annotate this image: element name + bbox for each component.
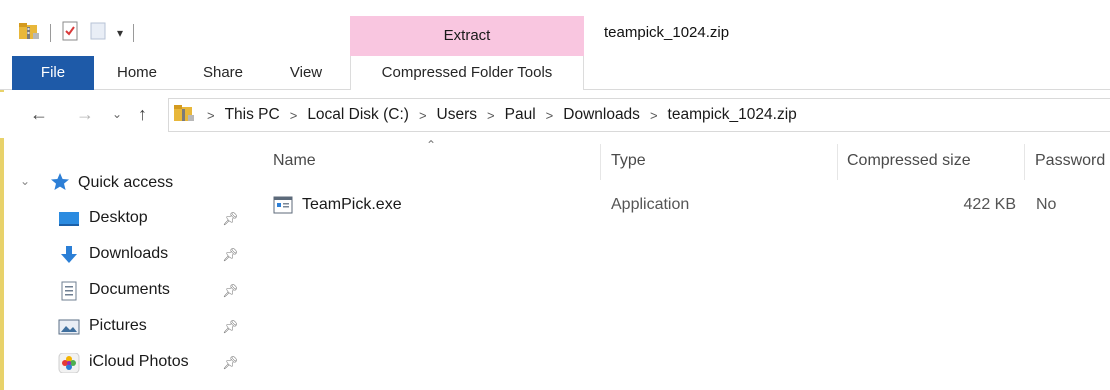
pin-icon[interactable]: 📌︎ bbox=[222, 319, 239, 335]
pin-icon[interactable]: 📌︎ bbox=[222, 283, 239, 299]
tab-share[interactable]: Share bbox=[190, 56, 256, 90]
extract-context-tab[interactable]: Extract bbox=[350, 16, 584, 56]
star-icon bbox=[50, 172, 70, 196]
back-arrow-icon[interactable]: ← bbox=[30, 104, 48, 125]
chevron-right-icon[interactable]: > bbox=[546, 108, 554, 123]
sidebar-item-label: Desktop bbox=[89, 209, 148, 226]
column-divider[interactable] bbox=[1024, 144, 1025, 180]
ribbon-tabs: File Home Share View Compressed Folder T… bbox=[0, 56, 1110, 90]
sidebar-item-icloud-photos[interactable]: iCloud Photos 📌︎ bbox=[4, 348, 248, 378]
toolbar-separator bbox=[50, 24, 51, 42]
pin-icon[interactable]: 📌︎ bbox=[222, 355, 239, 371]
window-title: teampick_1024.zip bbox=[604, 24, 730, 41]
pictures-icon bbox=[58, 317, 80, 337]
extract-label: Extract bbox=[443, 27, 491, 44]
address-bar[interactable]: > This PC > Local Disk (C:) > Users > Pa… bbox=[168, 98, 1110, 132]
breadcrumb-downloads[interactable]: Downloads bbox=[563, 106, 640, 124]
sidebar-item-pictures[interactable]: Pictures 📌︎ bbox=[4, 312, 248, 342]
chevron-down-icon[interactable]: ⌄ bbox=[20, 174, 30, 188]
chevron-right-icon[interactable]: > bbox=[207, 108, 215, 123]
sort-ascending-icon: ⌃ bbox=[426, 138, 437, 152]
column-divider[interactable] bbox=[600, 144, 601, 180]
sidebar-item-downloads[interactable]: Downloads 📌︎ bbox=[4, 240, 248, 270]
breadcrumb-users[interactable]: Users bbox=[437, 106, 477, 124]
desktop-icon bbox=[58, 209, 80, 229]
file-list: ⌃ Name Type Compressed size Password Tea… bbox=[248, 138, 1110, 390]
icloud-photos-icon bbox=[58, 352, 80, 374]
tab-home[interactable]: Home bbox=[102, 56, 172, 90]
sidebar-item-label: Downloads bbox=[89, 245, 169, 262]
tab-view[interactable]: View bbox=[276, 56, 336, 90]
title-bar: ▾ Extract teampick_1024.zip bbox=[0, 0, 1110, 56]
file-password: No bbox=[1036, 196, 1057, 213]
download-arrow-icon bbox=[58, 245, 80, 265]
recent-locations-chevron-icon[interactable]: ⌄ bbox=[112, 107, 122, 121]
chevron-right-icon[interactable]: > bbox=[419, 108, 427, 123]
properties-check-icon[interactable] bbox=[61, 21, 79, 45]
navigation-bar: ← → ⌄ ↑ > This PC > Local Disk (C:) > Us… bbox=[0, 92, 1110, 138]
customize-toolbar-dropdown-icon[interactable]: ▾ bbox=[117, 26, 123, 40]
toolbar-separator bbox=[133, 24, 135, 42]
zip-folder-icon bbox=[173, 103, 195, 127]
column-header-password[interactable]: Password bbox=[1035, 152, 1105, 170]
file-name: TeamPick.exe bbox=[302, 196, 402, 213]
chevron-right-icon[interactable]: > bbox=[650, 108, 658, 123]
quick-access-label: Quick access bbox=[78, 174, 174, 191]
breadcrumb-zip[interactable]: teampick_1024.zip bbox=[668, 106, 797, 124]
column-header-name[interactable]: Name bbox=[273, 152, 316, 170]
zip-folder-icon[interactable] bbox=[18, 21, 40, 45]
file-type: Application bbox=[611, 196, 690, 213]
chevron-right-icon[interactable]: > bbox=[487, 108, 495, 123]
new-folder-icon[interactable] bbox=[89, 21, 107, 45]
chevron-right-icon[interactable]: > bbox=[290, 108, 298, 123]
breadcrumb-local-disk[interactable]: Local Disk (C:) bbox=[307, 106, 409, 124]
quick-access-toolbar: ▾ bbox=[18, 20, 144, 46]
tab-file[interactable]: File bbox=[12, 56, 94, 90]
navigation-pane: ⌄ Quick access Desktop 📌︎ Downloads 📌︎ D… bbox=[4, 138, 248, 390]
pin-icon[interactable]: 📌︎ bbox=[222, 211, 239, 227]
application-exe-icon bbox=[273, 196, 293, 218]
sidebar-item-desktop[interactable]: Desktop 📌︎ bbox=[4, 204, 248, 234]
sidebar-item-label: iCloud Photos bbox=[89, 353, 189, 370]
breadcrumb-paul[interactable]: Paul bbox=[505, 106, 536, 124]
up-arrow-icon[interactable]: ↑ bbox=[138, 104, 147, 125]
quick-access-item[interactable]: ⌄ Quick access bbox=[4, 170, 248, 196]
forward-arrow-icon[interactable]: → bbox=[76, 104, 94, 125]
pin-icon[interactable]: 📌︎ bbox=[222, 247, 239, 263]
column-divider[interactable] bbox=[837, 144, 838, 180]
sidebar-item-documents[interactable]: Documents 📌︎ bbox=[4, 276, 248, 306]
sidebar-item-label: Documents bbox=[89, 281, 170, 298]
tab-compressed-folder-tools[interactable]: Compressed Folder Tools bbox=[350, 56, 584, 90]
column-header-compressed-size[interactable]: Compressed size bbox=[847, 152, 971, 170]
document-icon bbox=[58, 281, 80, 301]
column-header-type[interactable]: Type bbox=[611, 152, 646, 170]
file-compressed-size: 422 KB bbox=[963, 196, 1016, 213]
sidebar-item-label: Pictures bbox=[89, 317, 147, 334]
breadcrumb-this-pc[interactable]: This PC bbox=[225, 106, 280, 124]
table-row[interactable]: TeamPick.exe Application 422 KB No bbox=[248, 192, 1110, 218]
